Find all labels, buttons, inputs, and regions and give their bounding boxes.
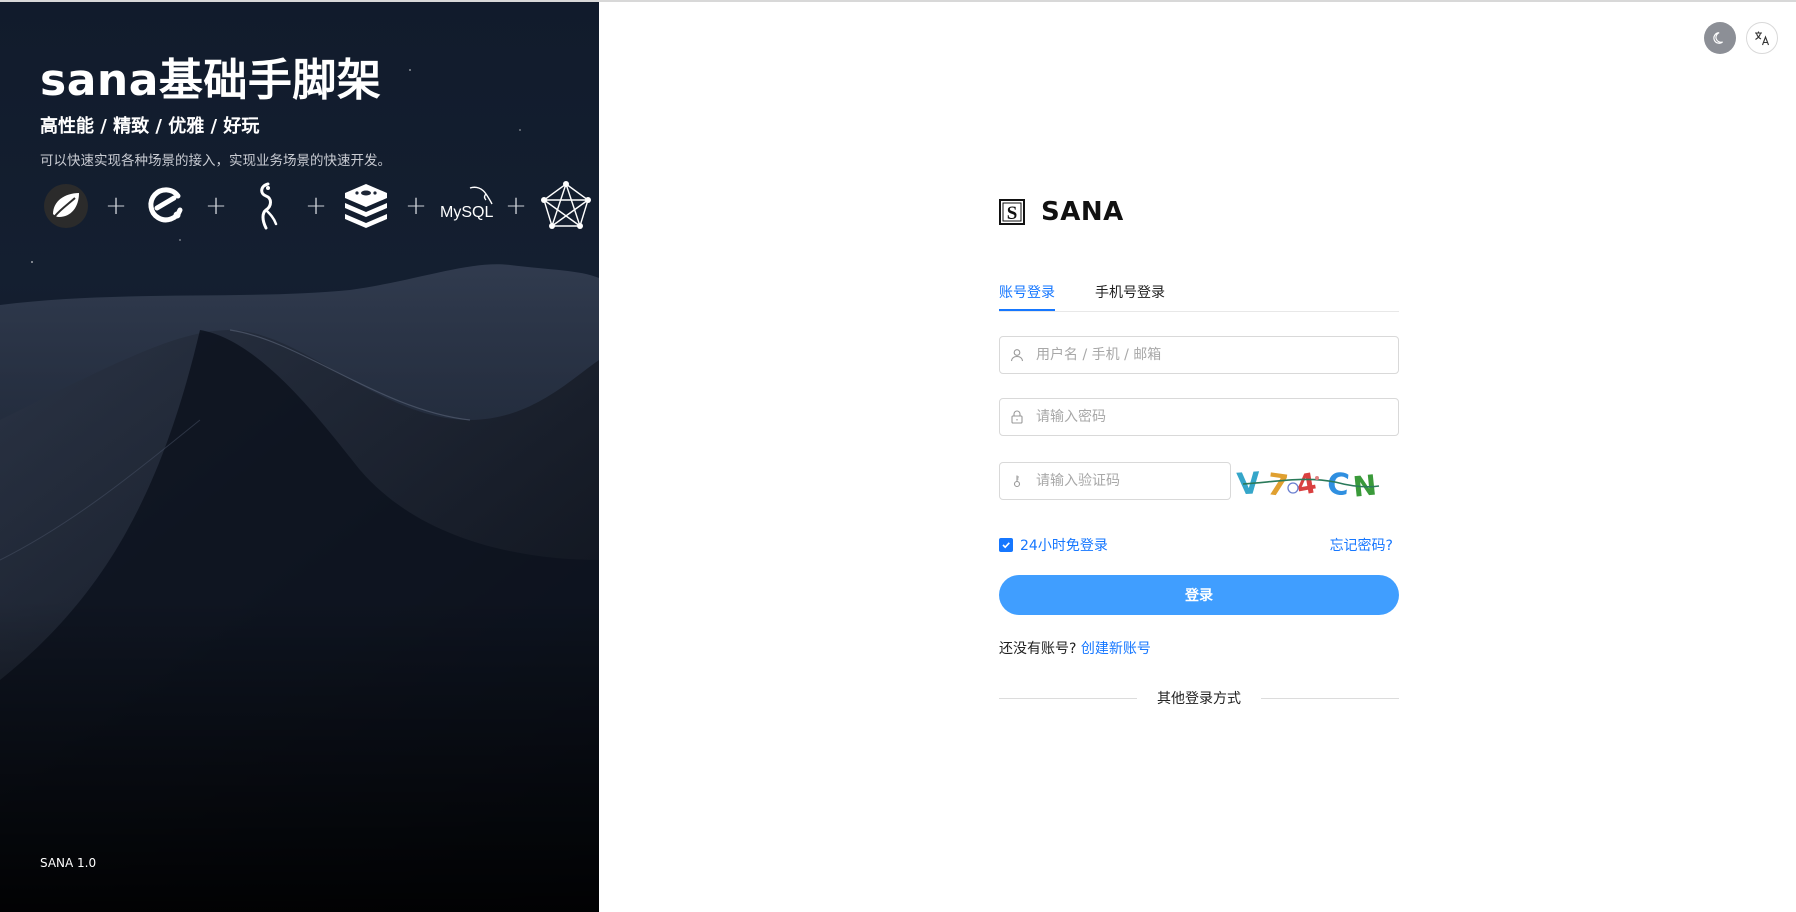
plus-separator: +	[305, 191, 327, 221]
create-account-link[interactable]: 创建新账号	[1081, 641, 1151, 657]
plus-separator: +	[205, 191, 227, 221]
login-button[interactable]: 登录	[999, 575, 1399, 615]
username-field[interactable]	[999, 336, 1399, 374]
moon-icon	[1713, 32, 1724, 44]
panel-subtitle: 高性能 / 精致 / 优雅 / 好玩	[40, 116, 260, 137]
divider-line	[1261, 697, 1399, 699]
version-label: SANA 1.0	[40, 856, 97, 870]
captcha-image[interactable]: V 7 4 C N	[1235, 462, 1381, 502]
login-form: S SANA 账号登录 手机号登录 用户名 / 手机 / 邮箱 请输入验证码 V…	[999, 190, 1399, 707]
password-field[interactable]	[999, 398, 1399, 436]
lock-icon	[1000, 410, 1034, 424]
tab-account-login[interactable]: 账号登录	[999, 280, 1055, 311]
divider-line	[999, 697, 1137, 699]
other-login-methods-label: 其他登录方式	[1157, 691, 1241, 707]
captcha-input[interactable]	[1034, 465, 1230, 497]
tab-phone-login[interactable]: 手机号登录	[1095, 280, 1165, 309]
translate-icon	[1755, 31, 1770, 46]
theme-toggle-button[interactable]	[1704, 22, 1736, 54]
plus-separator: +	[405, 191, 427, 221]
redis-icon	[340, 182, 392, 230]
user-icon	[1000, 348, 1034, 362]
key-icon	[1000, 474, 1034, 488]
tech-stack-logos: + + + + MySQL +	[40, 181, 592, 230]
panel-title: sana基础手脚架	[40, 55, 382, 106]
mysql-icon: MySQL	[440, 182, 494, 230]
login-tabs: 账号登录 手机号登录	[999, 280, 1399, 312]
captcha-field[interactable]	[999, 462, 1231, 500]
checkbox-checked-icon[interactable]	[999, 538, 1013, 552]
language-toggle-button[interactable]	[1746, 22, 1778, 54]
flowable-icon	[240, 182, 292, 230]
captcha-char-2: 7	[1265, 467, 1291, 502]
promo-panel: sana基础手脚架 高性能 / 精致 / 优雅 / 好玩 可以快速实现各种场景的…	[0, 0, 599, 912]
register-prompt: 还没有账号? 创建新账号	[999, 638, 1151, 658]
brand: S SANA	[999, 190, 1399, 234]
plus-separator: +	[505, 191, 527, 221]
brand-logo-icon: S	[999, 199, 1025, 225]
element-icon	[140, 182, 192, 230]
username-input[interactable]	[1034, 339, 1398, 371]
brand-name: SANA	[1041, 197, 1124, 227]
top-border	[0, 0, 1796, 2]
brand-letter: S	[1007, 203, 1018, 224]
remember-me-checkbox[interactable]: 24小时免登录	[999, 535, 1108, 555]
remember-me-label[interactable]: 24小时免登录	[1020, 535, 1108, 555]
panel-description: 可以快速实现各种场景的接入，实现业务场景的快速开发。	[40, 153, 391, 169]
spring-icon	[40, 182, 92, 230]
plus-separator: +	[105, 191, 127, 221]
graph-icon	[540, 181, 592, 230]
password-input[interactable]	[1034, 401, 1398, 433]
other-login-divider: 其他登录方式	[999, 688, 1399, 708]
register-prompt-text: 还没有账号?	[999, 641, 1077, 657]
forgot-password-link[interactable]: 忘记密码?	[1330, 535, 1393, 555]
captcha-char-3: 4	[1294, 466, 1319, 502]
mysql-label: MySQL	[440, 204, 494, 221]
